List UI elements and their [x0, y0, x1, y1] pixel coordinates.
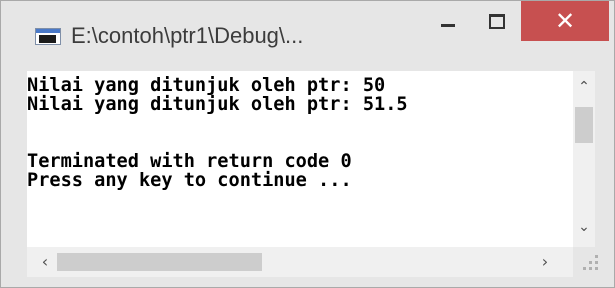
minimize-icon: [441, 23, 455, 27]
scroll-down-arrow-icon[interactable]: ⌄: [573, 219, 595, 239]
close-icon: ✕: [554, 7, 576, 35]
close-button[interactable]: ✕: [521, 1, 609, 41]
console-line: Terminated with return code 0: [27, 151, 352, 172]
title-bar[interactable]: E:\contoh\ptr1\Debug\... ✕: [1, 1, 614, 71]
scroll-left-arrow-icon[interactable]: ‹: [35, 252, 55, 272]
horizontal-scroll-thumb[interactable]: [57, 253, 262, 271]
maximize-button[interactable]: [473, 1, 521, 41]
resize-grip-icon[interactable]: [575, 251, 603, 277]
app-icon-bar: [36, 29, 60, 33]
horizontal-scrollbar[interactable]: ‹ ›: [27, 247, 573, 277]
scroll-right-arrow-icon[interactable]: ›: [535, 252, 555, 272]
vertical-scroll-thumb[interactable]: [575, 107, 593, 143]
scroll-up-arrow-icon[interactable]: ⌃: [573, 79, 595, 99]
minimize-button[interactable]: [424, 1, 472, 41]
app-icon-screen: [39, 35, 56, 43]
console-text: Nilai yang ditunjuk oleh ptr: 50 Nilai y…: [27, 76, 573, 246]
vertical-scrollbar[interactable]: ⌃ ⌄: [573, 71, 595, 247]
console-app-icon[interactable]: [35, 28, 61, 45]
console-window: E:\contoh\ptr1\Debug\... ✕ Nilai yang di…: [0, 0, 615, 288]
window-title: E:\contoh\ptr1\Debug\...: [71, 23, 304, 48]
console-output-area[interactable]: Nilai yang ditunjuk oleh ptr: 50 Nilai y…: [27, 71, 595, 247]
console-line: Nilai yang ditunjuk oleh ptr: 50: [27, 76, 386, 96]
maximize-icon: [489, 13, 505, 29]
console-line: Nilai yang ditunjuk oleh ptr: 51.5: [27, 94, 408, 115]
console-line: Press any key to continue ...: [27, 170, 352, 191]
